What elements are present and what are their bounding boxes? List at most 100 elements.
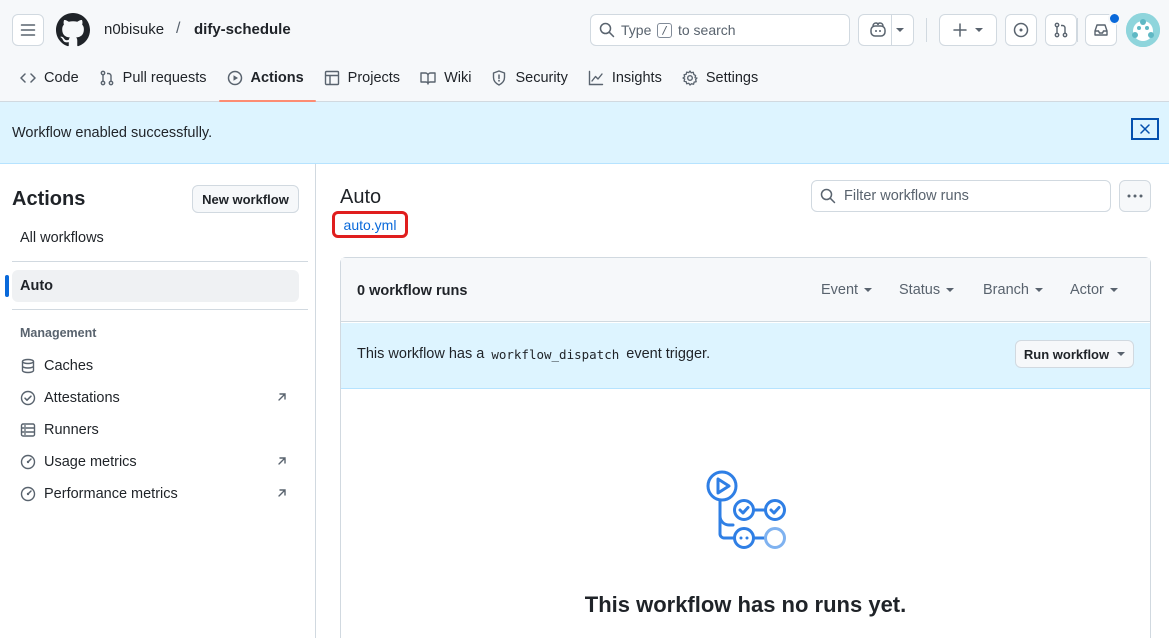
tab-projects[interactable]: Projects <box>316 60 412 96</box>
github-logo-icon[interactable] <box>56 13 90 47</box>
meter-icon <box>20 454 36 470</box>
pull-requests-button[interactable] <box>1045 14 1077 46</box>
tab-label: Settings <box>705 70 759 86</box>
dispatch-prefix: This workflow has a <box>357 346 485 362</box>
verified-icon <box>20 390 36 406</box>
table-icon <box>324 70 339 86</box>
more-options-button[interactable] <box>1119 180 1151 212</box>
create-new-button[interactable] <box>939 14 997 46</box>
run-workflow-label: Run workflow <box>1023 346 1110 362</box>
sidebar-item-label: Attestations <box>44 390 120 406</box>
branch-filter-button[interactable]: Branch <box>983 282 1043 298</box>
server-icon <box>20 423 36 437</box>
tab-code[interactable]: Code <box>12 60 91 96</box>
tab-label: Security <box>515 70 568 86</box>
graph-icon <box>588 70 604 86</box>
divider <box>12 309 308 310</box>
actor-filter-button[interactable]: Actor <box>1070 282 1118 298</box>
copilot-icon <box>869 22 886 37</box>
divider <box>12 261 308 262</box>
pull-request-icon <box>100 70 114 86</box>
tab-label: Actions <box>250 70 304 86</box>
repo-owner-link[interactable]: n0bisuke <box>104 21 164 38</box>
filter-label: Status <box>899 282 941 298</box>
issues-button[interactable] <box>1005 14 1037 46</box>
external-link-icon <box>276 487 288 499</box>
status-filter-button[interactable]: Status <box>899 282 955 298</box>
workflow-title: Auto <box>340 186 382 208</box>
runs-count: 0 workflow runs <box>357 283 468 299</box>
sidebar-item-attestations[interactable]: Attestations <box>20 388 120 408</box>
search-prefix: Type <box>621 22 652 38</box>
flash-message: Workflow enabled successfully. <box>12 125 213 141</box>
filter-placeholder: Filter workflow runs <box>844 188 969 204</box>
search-input[interactable]: Type / to search <box>590 14 850 46</box>
chevron-down-icon[interactable] <box>895 28 904 32</box>
play-icon <box>227 70 242 86</box>
sidebar-item-all-workflows[interactable]: All workflows <box>20 230 104 246</box>
tab-pull-requests[interactable]: Pull requests <box>91 60 219 96</box>
search-icon <box>599 22 615 38</box>
chevron-down-icon <box>975 28 983 32</box>
external-link-icon <box>276 455 288 467</box>
breadcrumb-separator: / <box>176 20 181 37</box>
tab-security[interactable]: Security <box>483 60 579 96</box>
sidebar-item-performance-metrics[interactable]: Performance metrics <box>20 484 178 504</box>
workflow-file-link[interactable]: auto.yml <box>332 211 408 238</box>
sidebar-item-label: Performance metrics <box>44 486 178 502</box>
sidebar-item-caches[interactable]: Caches <box>20 356 93 376</box>
copilot-button[interactable] <box>858 14 914 46</box>
tab-wiki[interactable]: Wiki <box>412 60 483 96</box>
dispatch-message: This workflow has a workflow_dispatch ev… <box>357 346 710 362</box>
search-suffix: to search <box>677 22 736 38</box>
inbox-icon <box>1094 24 1108 36</box>
filter-label: Branch <box>983 282 1029 298</box>
tab-label: Code <box>44 70 79 86</box>
repo-nav-tabs: Code Pull requests Actions Projects Wiki… <box>12 60 770 102</box>
run-workflow-button[interactable]: Run workflow <box>1015 340 1134 368</box>
database-icon <box>21 358 35 374</box>
sidebar-item-label: Usage metrics <box>44 454 137 470</box>
new-workflow-button[interactable]: New workflow <box>192 185 299 213</box>
chevron-down-icon <box>1117 352 1126 356</box>
menu-button[interactable] <box>12 14 44 46</box>
book-icon <box>420 72 436 85</box>
notification-indicator <box>1108 12 1121 25</box>
tab-actions[interactable]: Actions <box>218 60 316 102</box>
flash-close-button[interactable] <box>1131 118 1159 140</box>
sidebar-item-usage-metrics[interactable]: Usage metrics <box>20 452 137 472</box>
search-shortcut-key: / <box>657 22 672 38</box>
event-filter-button[interactable]: Event <box>821 282 873 298</box>
sidebar-item-auto[interactable] <box>12 270 299 302</box>
filter-label: Event <box>821 282 859 298</box>
tab-insights[interactable]: Insights <box>580 60 674 96</box>
sidebar-item-label: Runners <box>44 422 99 438</box>
plus-icon <box>953 23 967 37</box>
chevron-down-icon <box>946 288 955 292</box>
chevron-down-icon <box>1109 288 1118 292</box>
chevron-down-icon <box>864 288 873 292</box>
divider <box>926 18 927 42</box>
gear-icon <box>682 70 698 86</box>
tab-label: Wiki <box>444 70 472 86</box>
dispatch-suffix: event trigger. <box>626 346 711 362</box>
search-icon <box>820 188 836 204</box>
external-link-icon <box>276 391 288 403</box>
avatar[interactable] <box>1126 13 1160 47</box>
shield-icon <box>493 70 506 86</box>
tab-settings[interactable]: Settings <box>674 60 770 96</box>
tab-label: Projects <box>347 70 401 86</box>
selected-indicator <box>5 275 9 297</box>
sidebar-item-label: Caches <box>44 358 94 374</box>
sidebar-item-runners[interactable]: Runners <box>20 420 99 440</box>
filter-workflow-runs-input[interactable]: Filter workflow runs <box>811 180 1111 212</box>
tab-label: Insights <box>611 70 662 86</box>
divider <box>890 14 892 46</box>
issue-icon <box>1013 22 1029 38</box>
sidebar-item-label: Auto <box>20 278 54 294</box>
meter-icon <box>20 486 36 502</box>
divider <box>1077 18 1078 42</box>
chevron-down-icon <box>1034 288 1043 292</box>
kebab-horizontal-icon <box>1127 194 1143 198</box>
repo-name-link[interactable]: dify-schedule <box>194 21 291 38</box>
